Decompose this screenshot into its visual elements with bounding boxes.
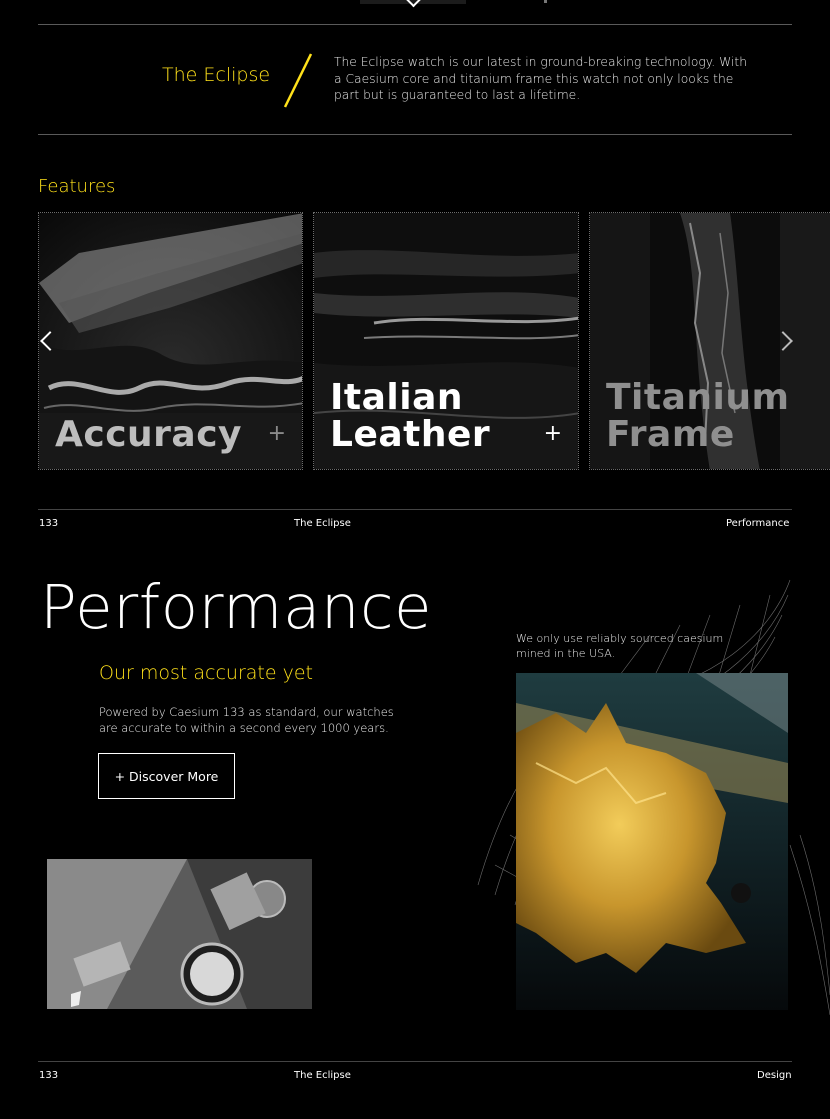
footer-section: Design [757,1070,792,1081]
footer-title: The Eclipse [294,518,351,529]
page-number: 133 [39,518,59,529]
performance-text: Powered by Caesium 133 as standard, our … [99,705,394,735]
performance-subtitle: Our most accurate yet [99,662,313,684]
divider [38,509,792,510]
nav-dot [544,0,547,3]
card-title: Titanium Frame [606,377,790,455]
card-title: Italian Leather [330,377,491,455]
divider [38,1061,792,1062]
feature-card-titanium-frame[interactable]: Titanium Frame [589,212,830,470]
plus-icon[interactable]: + [268,423,286,445]
feature-card-accuracy[interactable]: Accuracy + [38,212,303,470]
divider [38,24,792,25]
watch-assembly-image [47,859,312,1009]
footer-title: The Eclipse [294,1070,351,1081]
eclipse-title: The Eclipse [162,64,271,86]
slash-divider-icon [283,53,313,108]
features-heading: Features [38,176,116,197]
card-title: Accuracy [55,414,243,455]
feature-card-italian-leather[interactable]: Italian Leather + [313,212,579,470]
footer-section: Performance [726,518,790,529]
page-number: 133 [39,1070,59,1081]
plus-icon[interactable]: + [544,423,562,445]
divider [38,134,792,135]
performance-title: Performance [40,572,433,643]
caesium-note: We only use reliably sourced caesium min… [516,632,724,660]
caesium-gold-image [516,673,788,1010]
discover-more-button[interactable]: + Discover More [98,753,235,799]
eclipse-description: The Eclipse watch is our latest in groun… [334,55,747,102]
